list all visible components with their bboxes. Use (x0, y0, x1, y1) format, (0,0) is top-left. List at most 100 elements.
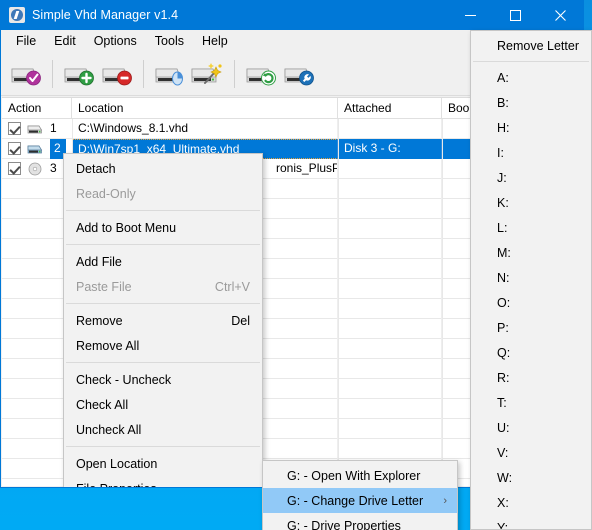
context-menu-item[interactable]: Check - Uncheck (64, 367, 262, 392)
column-header-location[interactable]: Location (72, 98, 338, 119)
row-checkbox[interactable] (8, 142, 21, 155)
context-menu-item-label: Remove All (76, 338, 140, 353)
drive-wrench-icon (284, 68, 314, 85)
drive-letter-item[interactable]: L: (471, 215, 591, 240)
drive-letter-item[interactable]: O: (471, 290, 591, 315)
minimize-button[interactable] (448, 0, 493, 30)
row-checkbox[interactable] (8, 162, 21, 175)
empty-cell (338, 278, 442, 299)
empty-cell (338, 338, 442, 359)
drive-letter-item[interactable]: A: (471, 65, 591, 90)
context-menu-item-label: Add to Boot Menu (76, 220, 177, 235)
drive-letter-item[interactable]: W: (471, 465, 591, 490)
drive-letter-item[interactable]: V: (471, 440, 591, 465)
submenu-item-label: G: - Open With Explorer (287, 468, 421, 483)
maximize-icon (510, 9, 521, 21)
drive-letter-item[interactable]: K: (471, 190, 591, 215)
menu-file[interactable]: File (7, 32, 45, 50)
menu-help[interactable]: Help (193, 32, 237, 50)
drive-letter-item[interactable]: R: (471, 365, 591, 390)
row-attached-cell (338, 158, 442, 179)
column-header-action[interactable]: Action (2, 98, 72, 119)
context-menu-item[interactable]: Detach (64, 156, 262, 181)
column-header-attached[interactable]: Attached (338, 98, 442, 119)
context-menu-item[interactable]: Check All (64, 392, 262, 417)
refresh-button[interactable] (242, 56, 280, 92)
menu-separator (66, 303, 260, 304)
empty-cell (338, 258, 442, 279)
context-menu-item[interactable]: Add to Boot Menu (64, 215, 262, 240)
submenu-item[interactable]: G: - Drive Properties (263, 513, 457, 530)
context-menu-item-label: Check - Uncheck (76, 372, 172, 387)
toolbar-separator (52, 59, 53, 88)
context-menu-item-label: Check All (76, 397, 129, 412)
empty-cell (338, 318, 442, 339)
drive-letter-item[interactable]: P: (471, 315, 591, 340)
context-menu-item[interactable]: Uncheck All (64, 417, 262, 442)
row-checkbox[interactable] (8, 122, 21, 135)
drive-letter-item[interactable]: I: (471, 140, 591, 165)
empty-cell (2, 439, 72, 459)
remove-vhd-button[interactable] (98, 56, 136, 92)
context-menu-item-label: Remove (76, 313, 123, 328)
maximize-button[interactable] (493, 0, 538, 30)
remove-letter-item[interactable]: Remove Letter (471, 33, 591, 58)
column-divider (338, 119, 339, 486)
menu-edit[interactable]: Edit (45, 32, 85, 50)
menu-options[interactable]: Options (85, 32, 146, 50)
drive-letter-item[interactable]: Y: (471, 515, 591, 530)
empty-cell (2, 179, 72, 199)
empty-cell (338, 378, 442, 399)
drive-letter-item[interactable]: J: (471, 165, 591, 190)
context-menu-item-label: Open Location (76, 456, 158, 471)
drive-letter-item[interactable]: N: (471, 265, 591, 290)
menu-tools[interactable]: Tools (146, 32, 193, 50)
drive-letter-item[interactable]: U: (471, 415, 591, 440)
context-menu-item[interactable]: File Properties (64, 476, 262, 488)
drive-letter-item[interactable]: Q: (471, 340, 591, 365)
submenu-item-label: G: - Change Drive Letter (287, 493, 424, 508)
empty-cell (2, 219, 72, 239)
mount-options-button[interactable] (151, 56, 189, 92)
context-menu-item[interactable]: Remove Del (64, 308, 262, 333)
close-button[interactable] (538, 0, 583, 30)
context-menu-item[interactable]: Add File (64, 249, 262, 274)
context-menu-item-label: Paste File (76, 279, 132, 294)
empty-cell (2, 239, 72, 259)
context-menu-item-label: Add File (76, 254, 122, 269)
context-menu-item-shortcut: Del (231, 313, 250, 328)
create-vhd-wizard-button[interactable] (189, 56, 227, 92)
empty-cell (338, 198, 442, 219)
drive-blue-icon (27, 145, 43, 153)
toolbar-separator (234, 59, 235, 88)
drive-letter-item[interactable]: T: (471, 390, 591, 415)
toolbar-group-misc (242, 56, 318, 92)
toolbar-group-attach (7, 56, 45, 92)
drive-letter-item[interactable]: B: (471, 90, 591, 115)
row-attached-cell (338, 118, 442, 139)
add-vhd-button[interactable] (60, 56, 98, 92)
settings-button[interactable] (280, 56, 318, 92)
menu-separator (473, 61, 589, 62)
submenu-item[interactable]: G: - Open With Explorer (263, 463, 457, 488)
empty-cell (338, 418, 442, 439)
context-menu-item: Read-Only (64, 181, 262, 206)
empty-cell (338, 298, 442, 319)
drive-letter-item[interactable]: H: (471, 115, 591, 140)
context-menu-item-label: Uncheck All (76, 422, 142, 437)
context-menu-item-label: File Properties (76, 482, 157, 488)
drive-submenu: G: - Open With Explorer G: - Change Drive… (262, 460, 458, 530)
empty-cell (2, 339, 72, 359)
drive-letter-item[interactable]: X: (471, 490, 591, 515)
context-menu-item[interactable]: Open Location (64, 451, 262, 476)
disc-gray-icon (28, 162, 42, 175)
context-menu-item[interactable]: Remove All (64, 333, 262, 358)
empty-cell (2, 259, 72, 279)
drive-gray-icon (27, 125, 43, 133)
drive-letter-item[interactable]: M: (471, 240, 591, 265)
attach-vhd-button[interactable] (7, 56, 45, 92)
row-location-cell: C:\Windows_8.1.vhd (72, 118, 338, 139)
submenu-item[interactable]: G: - Change Drive Letter › (263, 488, 457, 513)
drive-letter-list: A:B:H:I:J:K:L:M:N:O:P:Q:R:T:U:V:W:X:Y:Z: (471, 65, 591, 530)
menu-separator (66, 210, 260, 211)
